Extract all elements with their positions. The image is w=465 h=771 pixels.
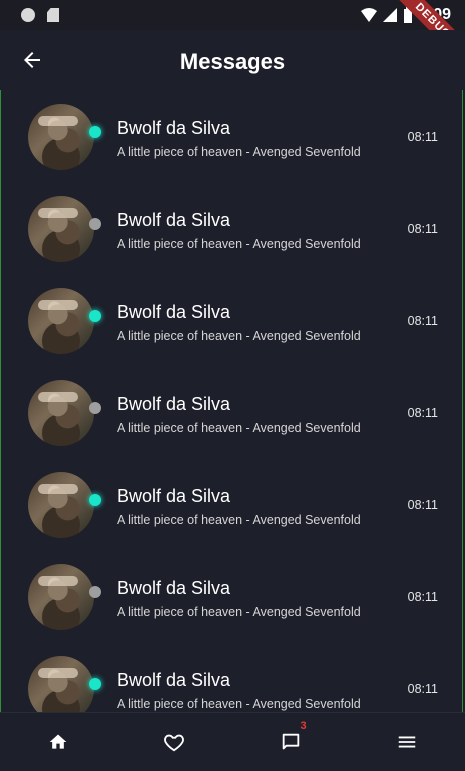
message-preview: A little piece of heaven - Avenged Seven… xyxy=(117,145,361,159)
message-time: 08:11 xyxy=(407,314,438,328)
message-item[interactable]: Bwolf da Silva A little piece of heaven -… xyxy=(0,90,465,182)
avatar xyxy=(28,288,94,354)
contact-name: Bwolf da Silva xyxy=(117,394,231,414)
message-item[interactable]: Bwolf da Silva A little piece of heaven -… xyxy=(0,458,465,550)
notification-dot-icon xyxy=(21,8,35,22)
online-status-dot xyxy=(89,126,101,138)
message-time: 08:11 xyxy=(407,406,438,420)
offline-status-dot xyxy=(89,402,101,414)
nav-favorites[interactable] xyxy=(144,722,204,762)
avatar xyxy=(28,564,94,630)
message-time: 08:11 xyxy=(407,130,438,144)
avatar xyxy=(28,380,94,446)
contact-name: Bwolf da Silva xyxy=(117,302,231,322)
nav-messages[interactable]: 3 xyxy=(261,719,321,762)
home-icon xyxy=(49,734,67,749)
signal-icon xyxy=(382,8,397,22)
message-item[interactable]: Bwolf da Silva A little piece of heaven -… xyxy=(0,642,465,712)
contact-name: Bwolf da Silva xyxy=(117,486,231,506)
contact-name: Bwolf da Silva xyxy=(117,670,231,690)
avatar xyxy=(28,196,94,262)
page-title: Messages xyxy=(179,49,286,74)
message-preview: A little piece of heaven - Avenged Seven… xyxy=(117,605,361,619)
nav-menu[interactable] xyxy=(377,722,437,762)
message-item[interactable]: Bwolf da Silva A little piece of heaven -… xyxy=(0,274,465,366)
status-bar: 6:09 DEBUG xyxy=(0,0,465,70)
message-time: 08:11 xyxy=(407,682,438,696)
online-status-dot xyxy=(89,494,101,506)
message-preview: A little piece of heaven - Avenged Seven… xyxy=(117,329,361,343)
heart-icon xyxy=(164,734,185,751)
contact-name: Bwolf da Silva xyxy=(117,578,231,598)
wifi-icon xyxy=(360,8,377,22)
message-time: 08:11 xyxy=(407,498,438,512)
message-item[interactable]: Bwolf da Silva A little piece of heaven -… xyxy=(0,550,465,642)
unread-badge: 3 xyxy=(300,719,307,732)
message-preview: A little piece of heaven - Avenged Seven… xyxy=(117,697,361,711)
avatar xyxy=(28,472,94,538)
menu-icon xyxy=(398,736,416,747)
message-preview: A little piece of heaven - Avenged Seven… xyxy=(117,421,361,435)
nav-home[interactable] xyxy=(28,722,88,762)
online-status-dot xyxy=(89,310,101,322)
offline-status-dot xyxy=(89,218,101,230)
message-time: 08:11 xyxy=(407,222,438,236)
bottom-nav: 3 xyxy=(0,712,465,770)
online-status-dot xyxy=(89,678,101,690)
sd-card-icon xyxy=(47,8,59,22)
message-preview: A little piece of heaven - Avenged Seven… xyxy=(117,237,361,251)
app-bar: Messages xyxy=(0,30,465,90)
avatar xyxy=(28,656,94,712)
message-item[interactable]: Bwolf da Silva A little piece of heaven -… xyxy=(0,182,465,274)
message-item[interactable]: Bwolf da Silva A little piece of heaven -… xyxy=(0,366,465,458)
contact-name: Bwolf da Silva xyxy=(117,210,231,230)
chat-icon xyxy=(282,733,299,749)
offline-status-dot xyxy=(89,586,101,598)
message-list: Bwolf da Silva A little piece of heaven -… xyxy=(0,90,465,712)
avatar xyxy=(28,104,94,170)
message-time: 08:11 xyxy=(407,590,438,604)
message-preview: A little piece of heaven - Avenged Seven… xyxy=(117,513,361,527)
contact-name: Bwolf da Silva xyxy=(117,118,231,138)
